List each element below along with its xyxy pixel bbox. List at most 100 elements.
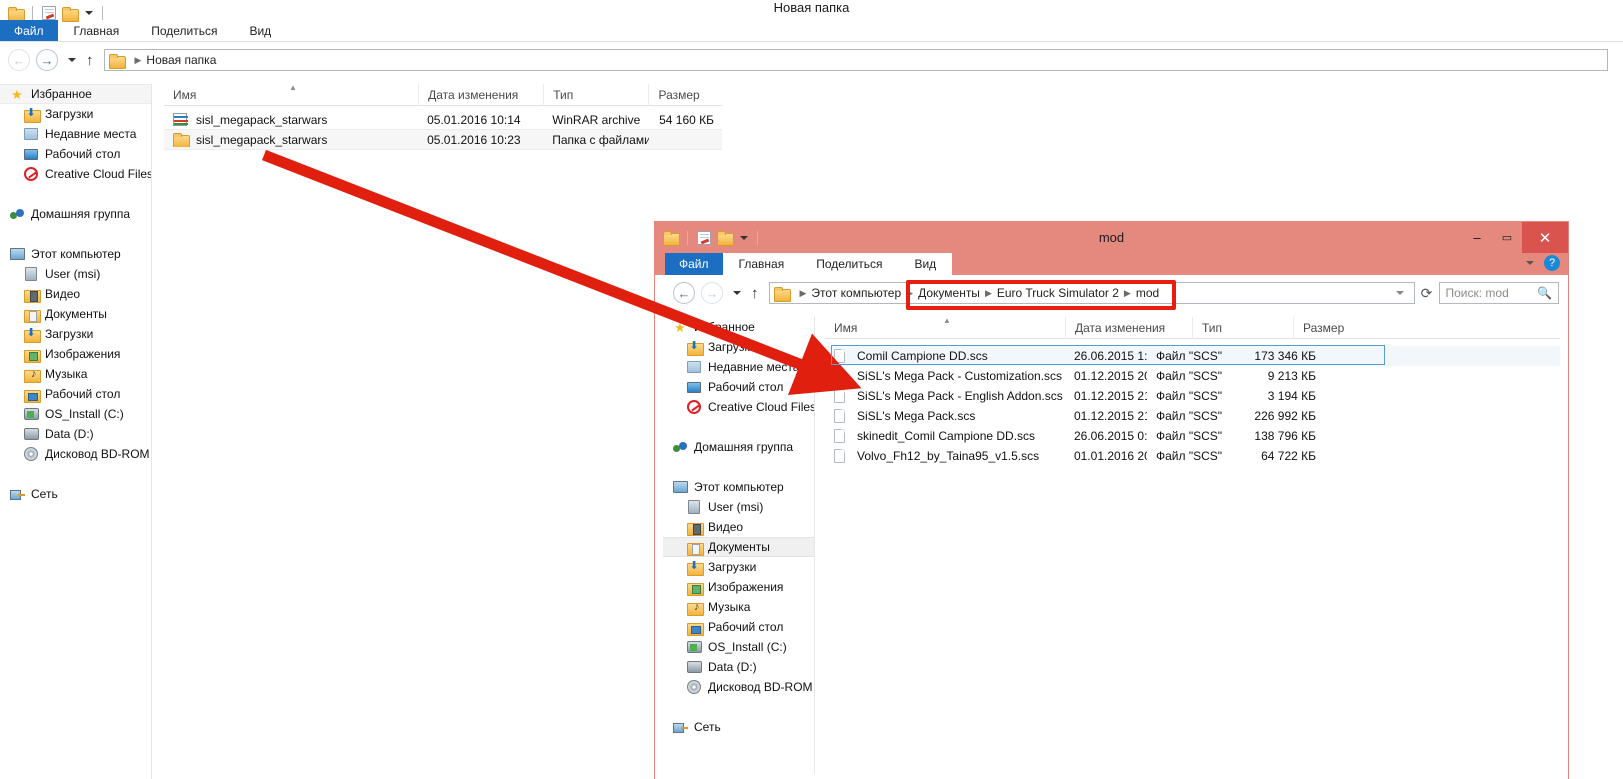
sidebar-item-дисковод-bd-rom[interactable]: Дисковод BD-ROM — [663, 677, 814, 697]
up-icon[interactable]: ↑ — [751, 285, 759, 302]
sidebar-item-видео[interactable]: Видео — [663, 517, 814, 537]
sidebar-item-изображения[interactable]: Изображения — [0, 344, 151, 364]
sidebar-item-data-d[interactable]: Data (D:) — [0, 424, 151, 444]
search-input[interactable]: Поиск: mod 🔍 — [1438, 282, 1559, 304]
close-button[interactable]: ✕ — [1522, 222, 1568, 253]
sidebar-item-creative-cloud-files[interactable]: Creative Cloud Files — [0, 164, 151, 184]
folder-icon[interactable] — [8, 6, 25, 22]
sidebar-item-user-msi[interactable]: User (msi) — [663, 497, 814, 517]
window2-sidebar[interactable]: ★ Избранное Загрузки Недавние места Рабочий … — [663, 317, 815, 774]
properties-icon[interactable] — [42, 6, 56, 20]
table-row[interactable]: SiSL's Mega Pack - Customization.scs 01.1… — [825, 366, 1560, 386]
tab-file[interactable]: Файл — [665, 253, 723, 275]
table-row[interactable]: skinedit_Comil Campione DD.scs 26.06.2015… — [825, 426, 1560, 446]
table-row[interactable]: Volvo_Fh12_by_Taina95_v1.5.scs 01.01.2016… — [825, 446, 1560, 466]
sidebar-item-недавние-места[interactable]: Недавние места — [663, 357, 814, 377]
column-header-size[interactable]: Размер — [1293, 316, 1369, 339]
sidebar-item-загрузки[interactable]: Загрузки — [0, 104, 151, 124]
window1-sidebar[interactable]: ★ Избранное Загрузки Недавние места Рабочий … — [0, 84, 152, 779]
sidebar-item-os-install-c[interactable]: OS_Install (C:) — [0, 404, 151, 424]
window1-file-list[interactable]: sisl_megapack_starwars 05.01.2016 10:14 Wi… — [164, 110, 722, 150]
sidebar-item-домашняя-группа[interactable]: Домашняя группа — [0, 204, 151, 224]
sidebar-item-загрузки[interactable]: Загрузки — [0, 324, 151, 344]
window1-address-bar: ← → ↑ ▶ Новая папка — [8, 47, 1608, 73]
sidebar-item-загрузки[interactable]: Загрузки — [663, 557, 814, 577]
sidebar-item-избранное[interactable]: ★ Избранное — [0, 84, 151, 104]
ribbon-expand-chevron-down-icon[interactable] — [1526, 261, 1534, 265]
new-folder-icon[interactable] — [62, 6, 79, 22]
table-row[interactable]: sisl_megapack_starwars 05.01.2016 10:23 Па… — [164, 130, 722, 150]
window2-titlebar[interactable]: mod – ▭ ✕ — [655, 222, 1568, 253]
window2-quick-access-toolbar — [655, 225, 761, 251]
column-header-type[interactable]: Тип — [1192, 316, 1293, 339]
sidebar-item-user-msi[interactable]: User (msi) — [0, 264, 151, 284]
breadcrumb-item-mod[interactable]: mod — [1136, 286, 1159, 300]
sidebar-item-рабочий-стол[interactable]: Рабочий стол — [663, 617, 814, 637]
sidebar-item-рабочий-стол[interactable]: Рабочий стол — [663, 377, 814, 397]
chevron-down-icon[interactable] — [740, 235, 748, 240]
sidebar-item-этот-компьютер[interactable]: Этот компьютер — [663, 477, 814, 497]
table-row[interactable]: SiSL's Mega Pack - English Addon.scs 01.1… — [825, 386, 1560, 406]
sidebar-item-сеть[interactable]: Сеть — [663, 717, 814, 737]
table-row[interactable]: SiSL's Mega Pack.scs 01.12.2015 21:33 Файл… — [825, 406, 1560, 426]
breadcrumb-item-0[interactable]: Новая папка — [146, 53, 216, 67]
sidebar-item-creative-cloud-files[interactable]: Creative Cloud Files — [663, 397, 814, 417]
sidebar-item-загрузки[interactable]: Загрузки — [663, 337, 814, 357]
sidebar-item-недавние-места[interactable]: Недавние места — [0, 124, 151, 144]
sidebar-item-изображения[interactable]: Изображения — [663, 577, 814, 597]
recent-locations-chevron-down-icon[interactable] — [733, 291, 741, 295]
table-row[interactable]: Comil Campione DD.scs 26.06.2015 1:02 Файл… — [825, 346, 1560, 366]
sidebar-item-этот-компьютер[interactable]: Этот компьютер — [0, 244, 151, 264]
tab-file[interactable]: Файл — [0, 20, 58, 41]
new-folder-icon[interactable] — [717, 231, 734, 246]
tab-home[interactable]: Главная — [722, 253, 801, 275]
sidebar-item-домашняя-группа[interactable]: Домашняя группа — [663, 437, 814, 457]
column-header-size[interactable]: Размер — [648, 83, 722, 106]
sidebar-item-data-d[interactable]: Data (D:) — [663, 657, 814, 677]
address-dropdown-chevron-down-icon[interactable] — [1395, 291, 1404, 295]
sidebar-item-документы[interactable]: Документы — [663, 537, 814, 557]
recent-locations-chevron-down-icon[interactable] — [68, 58, 76, 62]
up-icon[interactable]: ↑ — [86, 52, 94, 69]
column-header-modified[interactable]: Дата изменения — [1065, 316, 1192, 339]
sidebar-item-os-install-c[interactable]: OS_Install (C:) — [663, 637, 814, 657]
chevron-down-icon[interactable] — [85, 11, 93, 15]
sidebar-item-документы[interactable]: Документы — [0, 304, 151, 324]
help-icon[interactable]: ? — [1544, 255, 1560, 271]
sidebar-item-музыка[interactable]: Музыка — [663, 597, 814, 617]
tab-share[interactable]: Поделиться — [800, 253, 899, 275]
folder-icon[interactable] — [663, 231, 680, 246]
refresh-icon[interactable]: ⟳ — [1415, 285, 1439, 302]
sidebar-item-музыка[interactable]: Музыка — [0, 364, 151, 384]
column-header-name[interactable]: Имя ▲ — [825, 316, 1065, 339]
forward-icon[interactable]: → — [36, 49, 58, 71]
column-header-modified[interactable]: Дата изменения — [418, 83, 543, 106]
back-icon[interactable]: ← — [8, 49, 30, 71]
minimize-button[interactable]: – — [1462, 222, 1492, 253]
sidebar-item-рабочий-стол[interactable]: Рабочий стол — [0, 384, 151, 404]
table-row[interactable]: sisl_megapack_starwars 05.01.2016 10:14 Wi… — [164, 110, 722, 130]
back-icon[interactable]: ← — [673, 282, 695, 304]
sidebar-item-рабочий-стол[interactable]: Рабочий стол — [0, 144, 151, 164]
sidebar-item-сеть[interactable]: Сеть — [0, 484, 151, 504]
tab-view[interactable]: Вид — [898, 253, 953, 275]
breadcrumb-item-ets2[interactable]: Euro Truck Simulator 2 — [997, 286, 1119, 300]
tab-view[interactable]: Вид — [233, 20, 287, 41]
window2-file-list[interactable]: Comil Campione DD.scs 26.06.2015 1:02 Файл… — [825, 346, 1560, 466]
tab-share[interactable]: Поделиться — [135, 20, 233, 41]
breadcrumb-item-this-pc[interactable]: Этот компьютер — [811, 286, 901, 300]
column-header-type[interactable]: Тип — [543, 83, 648, 106]
breadcrumb-item-documents[interactable]: Документы — [918, 286, 980, 300]
sidebar-item-избранное[interactable]: ★ Избранное — [663, 317, 814, 337]
properties-icon[interactable] — [697, 230, 711, 245]
maximize-button[interactable]: ▭ — [1492, 222, 1522, 253]
breadcrumb[interactable]: ▶ Этот компьютер ▶ Документы ▶ Euro Truc… — [768, 282, 1415, 304]
column-header-name[interactable]: Имя ▲ — [164, 83, 418, 106]
sidebar-item-видео[interactable]: Видео — [0, 284, 151, 304]
sidebar-item-дисковод-bd-rom[interactable]: Дисковод BD-ROM — [0, 444, 151, 464]
breadcrumb[interactable]: ▶ Новая папка — [103, 49, 1608, 71]
forward-icon[interactable]: → — [701, 282, 723, 304]
search-icon[interactable]: 🔍 — [1537, 286, 1552, 300]
tab-home[interactable]: Главная — [58, 20, 136, 41]
